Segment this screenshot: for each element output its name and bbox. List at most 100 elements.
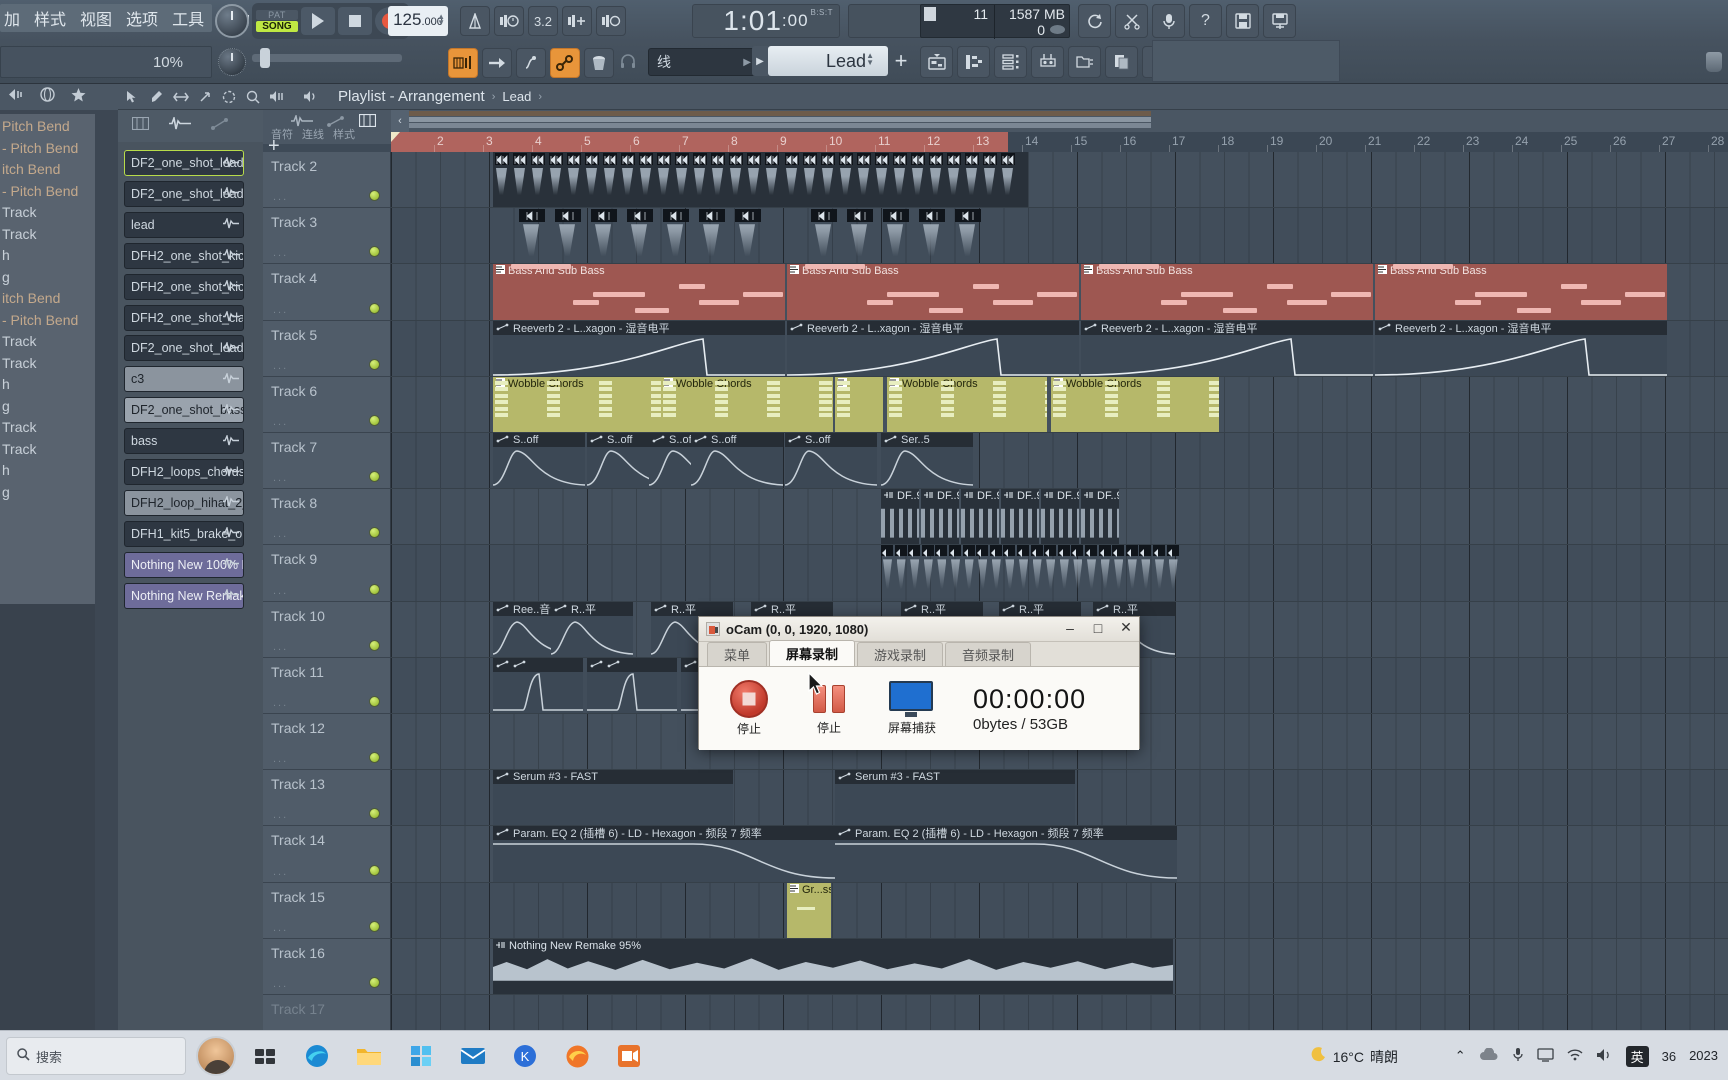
mail-icon[interactable] [458, 1041, 488, 1071]
tempo-spinner[interactable]: ▲ ▼ [437, 13, 445, 27]
browser-item[interactable]: Track [0, 226, 95, 248]
pl-automation-icon[interactable] [327, 114, 345, 132]
file-explorer-icon[interactable] [354, 1041, 384, 1071]
pattern-selector[interactable]: Lead ▲ ▼ [768, 46, 888, 76]
taskbar-weather[interactable]: 16°C 晴朗 [1309, 1046, 1398, 1067]
track-lane[interactable]: Reeverb 2 - L..xagon - 湿音电平 Reeverb 2 - L… [391, 320, 1728, 377]
channel-item[interactable]: DFH1_kit5_brake_on.. [124, 520, 244, 547]
playlist-clip[interactable]: Nothing New Remake 95% [493, 938, 1173, 994]
playlist-ruler[interactable]: 2 3 4 5 6 7 8 9 10 11 12 13 14 15 16 17 18 19 20 21 22 23 24 25… [391, 132, 1728, 152]
waveform-icon[interactable] [223, 402, 239, 418]
add-step-icon[interactable] [562, 6, 592, 36]
ocam-tab-audio-record[interactable]: 音频录制 [945, 642, 1032, 666]
track-options-dots[interactable]: ... [273, 809, 288, 821]
waveform-icon[interactable] [223, 556, 239, 572]
pattern-spinner[interactable]: ▲ ▼ [866, 52, 874, 67]
step-sequencer-icon[interactable] [448, 48, 478, 78]
minimize-icon[interactable]: – [1061, 620, 1079, 636]
playlist-tracks[interactable]: Track 2... Track 3... Track 4... Bass And S… [263, 152, 1728, 1030]
track-options-dots[interactable]: ... [273, 191, 288, 203]
track-header[interactable]: Track 11... [263, 657, 391, 714]
store-icon[interactable] [406, 1041, 436, 1071]
edge-browser-icon[interactable] [302, 1041, 332, 1071]
browser-item[interactable]: h [0, 247, 95, 269]
taskbar-clock[interactable]: 2023 [1689, 1048, 1718, 1064]
taskbar-search[interactable]: 搜索 [6, 1037, 186, 1075]
browser-item[interactable]: itch Bend [0, 161, 95, 183]
menu-item-tools[interactable]: 工具 [172, 6, 204, 30]
track-enable-led[interactable] [369, 976, 380, 988]
waveform-icon[interactable] [223, 217, 239, 232]
news-panel[interactable]: 10/26 FL STUDIO 21.2 | What's New? [1152, 40, 1340, 82]
playlist-clip[interactable]: DF..9 [881, 489, 919, 545]
playlist-clip[interactable]: Reeverb 2 - L..xagon - 湿音电平 [1081, 320, 1373, 376]
playlist-clip[interactable]: Wobble Chords [887, 376, 1047, 432]
hdr-slice-icon[interactable] [220, 88, 237, 105]
master-slider-handle[interactable] [260, 48, 270, 68]
task-view-icon[interactable] [250, 1041, 280, 1071]
track-enable-led[interactable] [369, 583, 380, 595]
playlist-clip[interactable] [783, 152, 1028, 208]
hdr-speaker-icon[interactable] [302, 88, 319, 105]
channel-item[interactable]: DFH2_one_shot_cla.. [124, 304, 244, 331]
playlist-clip[interactable]: DF..9 [1041, 489, 1079, 545]
wait-for-input-icon[interactable] [494, 6, 524, 36]
master-slider[interactable] [252, 48, 402, 68]
playlist-clip[interactable]: S..off [785, 433, 877, 489]
tray-network-icon[interactable] [1567, 1048, 1583, 1064]
track-header[interactable]: Track 17 [263, 995, 391, 1030]
waveform-icon[interactable] [223, 278, 239, 294]
playlist-clip[interactable]: R..平 [551, 601, 633, 657]
loop-record-icon[interactable] [596, 6, 626, 36]
track-header[interactable]: Track 4... [263, 264, 391, 321]
track-options-dots[interactable]: ... [273, 416, 288, 428]
tray-mic-icon[interactable] [1512, 1047, 1524, 1065]
track-enable-led[interactable] [369, 190, 380, 202]
tray-cloud-icon[interactable] [1479, 1047, 1499, 1064]
master-pitch-knob[interactable] [218, 48, 246, 76]
tray-chevron-icon[interactable]: ⌃ [1455, 1048, 1466, 1064]
track-header[interactable]: Track 8... [263, 489, 391, 546]
playlist-clip[interactable]: DF..9 [921, 489, 959, 545]
track-options-dots[interactable]: ... [273, 360, 288, 372]
ocam-tab-menu[interactable]: 菜单 [707, 642, 768, 666]
hdr-paint-icon[interactable] [148, 88, 165, 105]
close-icon[interactable]: ✕ [1117, 619, 1135, 636]
slide-tool-icon[interactable] [516, 48, 546, 78]
channel-item[interactable]: DF2_one_shot_bass.. [124, 397, 244, 424]
playlist-clip[interactable]: S..off [493, 433, 585, 489]
zoom-knob[interactable] [1706, 52, 1722, 72]
track-options-dots[interactable]: ... [273, 304, 288, 316]
channel-item[interactable]: DFH2_one_shot_kick.. [124, 273, 244, 300]
breadcrumb-pattern[interactable]: Lead [502, 89, 531, 104]
waveform-icon[interactable] [223, 526, 239, 541]
track-enable-led[interactable] [369, 302, 380, 314]
playlist-clip[interactable]: Serum #3 - FAST [493, 770, 733, 826]
cut-tool-icon[interactable] [1115, 4, 1148, 38]
channel-item[interactable]: Nothing New 100% R.. [124, 551, 244, 578]
menu-item-view[interactable]: 视图 [80, 6, 112, 30]
ocam-record-stop-button[interactable]: 停止 [721, 680, 777, 737]
tray-monitor-icon[interactable] [1536, 1047, 1554, 1065]
playlist-clip[interactable]: Bass And Sub Bass [1375, 264, 1667, 320]
firefox-icon[interactable] [562, 1041, 592, 1071]
playlist-clip[interactable]: DF..9 [1081, 489, 1119, 545]
track-lane[interactable]: Bass And Sub Bass Bass And Sub Bass Bass A… [391, 264, 1728, 321]
channel-item[interactable]: lead [124, 211, 244, 238]
playlist-clip[interactable] [881, 545, 1181, 600]
maximize-icon[interactable]: □ [1089, 620, 1107, 636]
rack-waveform-icon[interactable] [169, 114, 191, 135]
menu-item-add[interactable]: 加 [4, 6, 20, 30]
playlist-clip[interactable] [493, 657, 583, 713]
avatar[interactable] [196, 1036, 236, 1076]
playlist-clip[interactable]: Reeverb 2 - L..xagon - 湿音电平 [1375, 320, 1667, 376]
tray-badge-count[interactable]: 36 [1662, 1049, 1676, 1064]
waveform-icon[interactable] [223, 155, 239, 171]
playlist-clip[interactable]: Reeverb 2 - L..xagon - 湿音电平 [493, 320, 785, 376]
track-options-dots[interactable]: ... [273, 978, 288, 990]
rack-keyboard-icon[interactable] [131, 116, 150, 135]
waveform-icon[interactable] [223, 340, 239, 356]
waveform-icon[interactable] [223, 186, 239, 201]
hdr-slip-icon[interactable] [196, 88, 213, 105]
waveform-icon[interactable] [223, 587, 239, 603]
